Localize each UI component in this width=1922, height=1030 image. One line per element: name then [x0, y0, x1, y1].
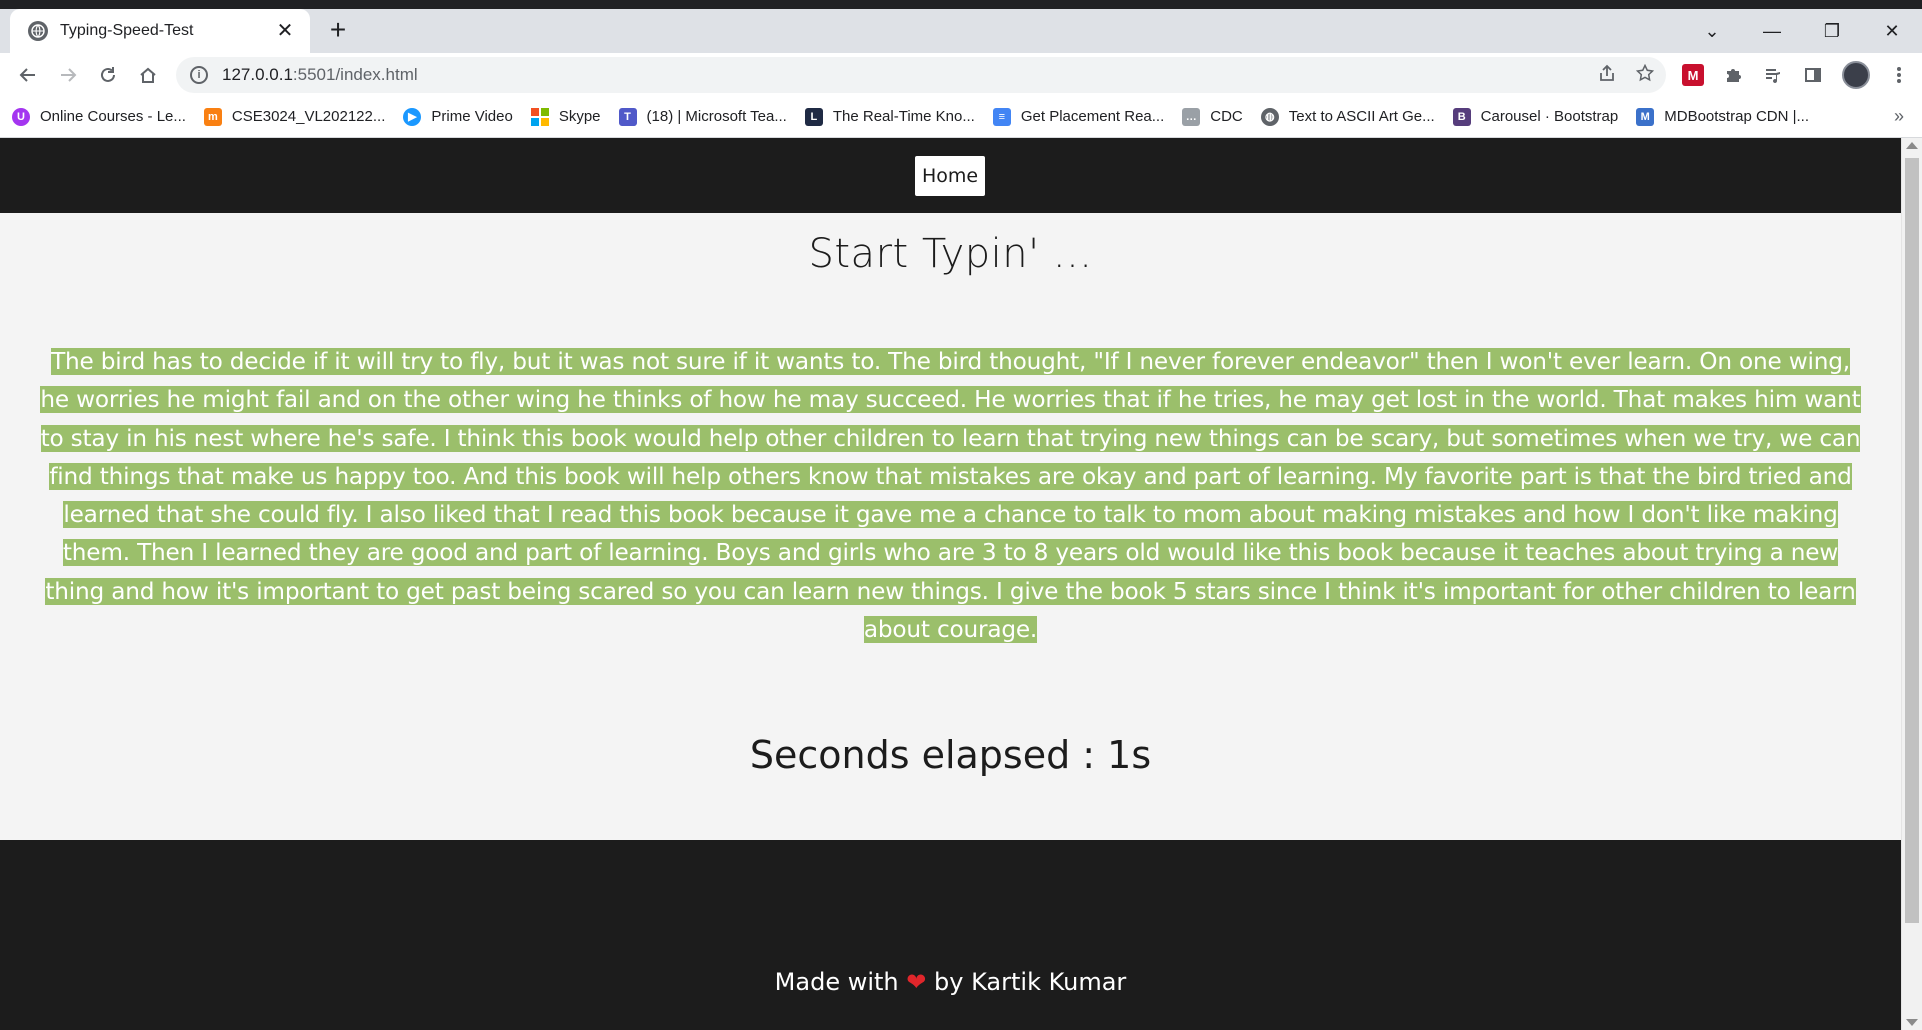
- footer-text-after: by Kartik Kumar: [934, 968, 1127, 996]
- mcafee-icon[interactable]: M: [1682, 64, 1704, 86]
- main-content: Start Typin' ... The bird has to decide …: [0, 213, 1901, 840]
- globe-icon: ◍: [1260, 107, 1279, 126]
- bookmark-label: CSE3024_VL202122...: [231, 108, 386, 125]
- page-viewport: Home Start Typin' ... The bird has to de…: [0, 138, 1922, 1030]
- moodle-icon: m: [203, 107, 222, 126]
- site-info-icon[interactable]: i: [190, 66, 208, 84]
- address-bar[interactable]: i 127.0.0.1:5501/index.html: [176, 57, 1666, 93]
- bookmark-label: Get Placement Rea...: [1020, 108, 1165, 125]
- lens-icon: L: [804, 107, 823, 126]
- cdc-icon: …: [1182, 107, 1201, 126]
- bookmark-item[interactable]: U Online Courses - Le...: [12, 107, 186, 126]
- home-icon[interactable]: [128, 55, 168, 95]
- new-tab-button[interactable]: +: [322, 15, 354, 47]
- bookmark-label: Skype: [558, 108, 601, 125]
- omnibox-actions: [1598, 57, 1655, 93]
- tab-title: Typing-Speed-Test: [60, 22, 194, 39]
- vertical-scrollbar[interactable]: [1901, 138, 1922, 1030]
- close-window-icon[interactable]: ✕: [1862, 9, 1922, 53]
- mdb-icon: M: [1636, 107, 1655, 126]
- scroll-down-icon[interactable]: [1906, 1019, 1918, 1026]
- bookmark-label: MDBootstrap CDN |...: [1664, 108, 1810, 125]
- bookmark-item[interactable]: ≡ Get Placement Rea...: [992, 107, 1165, 126]
- url-host: 127.0.0.1: [222, 65, 293, 84]
- site-navbar: Home: [0, 138, 1901, 213]
- bookmarks-overflow-icon[interactable]: »: [1894, 106, 1904, 127]
- media-queue-icon[interactable]: [1762, 64, 1784, 86]
- profile-avatar[interactable]: [1842, 61, 1870, 89]
- bookmark-label: Online Courses - Le...: [40, 108, 186, 125]
- restore-icon[interactable]: ❐: [1802, 9, 1862, 53]
- reload-icon[interactable]: [88, 55, 128, 95]
- bookmark-item[interactable]: … CDC: [1182, 107, 1243, 126]
- browser-toolbar: i 127.0.0.1:5501/index.html M: [0, 53, 1922, 96]
- globe-icon: [28, 21, 48, 41]
- bookmark-label: CDC: [1210, 108, 1243, 125]
- puzzle-icon[interactable]: [1722, 64, 1744, 86]
- bookmark-item[interactable]: M MDBootstrap CDN |...: [1636, 107, 1810, 126]
- bookmark-star-icon[interactable]: [1635, 63, 1655, 87]
- bookmark-item[interactable]: T (18) | Microsoft Tea...: [618, 107, 787, 126]
- bookmark-item[interactable]: m CSE3024_VL202122...: [203, 107, 386, 126]
- more-menu-icon[interactable]: [1888, 64, 1910, 86]
- share-icon[interactable]: [1598, 64, 1616, 87]
- site-footer: Made with ❤ by Kartik Kumar: [0, 840, 1901, 1030]
- scroll-thumb[interactable]: [1905, 158, 1919, 923]
- home-button[interactable]: Home: [915, 156, 985, 196]
- tab-strip: Typing-Speed-Test ✕ + ⌄ — ❐ ✕: [0, 0, 1922, 53]
- back-icon[interactable]: [8, 55, 48, 95]
- scroll-up-icon[interactable]: [1906, 142, 1918, 149]
- page-title: Start Typin' ...: [808, 231, 1093, 277]
- bookmarks-bar: U Online Courses - Le... m CSE3024_VL202…: [0, 96, 1922, 138]
- url-path: :5501/index.html: [292, 65, 418, 84]
- bookmark-label: The Real-Time Kno...: [832, 108, 975, 125]
- bootstrap-icon: B: [1452, 107, 1471, 126]
- bookmark-label: Carousel · Bootstrap: [1480, 108, 1619, 125]
- passage-container: The bird has to decide if it will try to…: [40, 343, 1861, 649]
- tab-close-icon[interactable]: ✕: [274, 20, 296, 42]
- bookmark-item[interactable]: ◍ Text to ASCII Art Ge...: [1260, 107, 1435, 126]
- tab-search-icon[interactable]: ⌄: [1682, 9, 1742, 53]
- seconds-elapsed: Seconds elapsed : 1s: [749, 733, 1152, 777]
- bookmark-item[interactable]: B Carousel · Bootstrap: [1452, 107, 1619, 126]
- typing-passage: The bird has to decide if it will try to…: [40, 348, 1861, 644]
- footer-credit: Made with ❤ by Kartik Kumar: [0, 968, 1901, 996]
- bookmark-item[interactable]: ▶ Prime Video: [403, 107, 513, 126]
- bookmark-label: Prime Video: [431, 108, 513, 125]
- window-controls: ⌄ — ❐ ✕: [1682, 9, 1922, 53]
- forward-icon[interactable]: [48, 55, 88, 95]
- minimize-icon[interactable]: —: [1742, 9, 1802, 53]
- prime-video-icon: ▶: [403, 107, 422, 126]
- side-panel-icon[interactable]: [1802, 64, 1824, 86]
- bookmark-item[interactable]: Skype: [530, 107, 601, 126]
- microsoft-icon: [530, 107, 549, 126]
- browser-tab[interactable]: Typing-Speed-Test ✕: [10, 9, 310, 53]
- udemy-icon: U: [12, 107, 30, 126]
- url-text: 127.0.0.1:5501/index.html: [222, 65, 418, 85]
- teams-icon: T: [618, 107, 637, 126]
- bookmark-label: Text to ASCII Art Ge...: [1288, 108, 1435, 125]
- footer-text-before: Made with: [774, 968, 899, 996]
- bookmark-item[interactable]: L The Real-Time Kno...: [804, 107, 975, 126]
- extensions-area: M: [1682, 57, 1910, 93]
- docs-icon: ≡: [992, 107, 1011, 126]
- heart-icon: ❤: [906, 968, 927, 996]
- bookmark-label: (18) | Microsoft Tea...: [646, 108, 787, 125]
